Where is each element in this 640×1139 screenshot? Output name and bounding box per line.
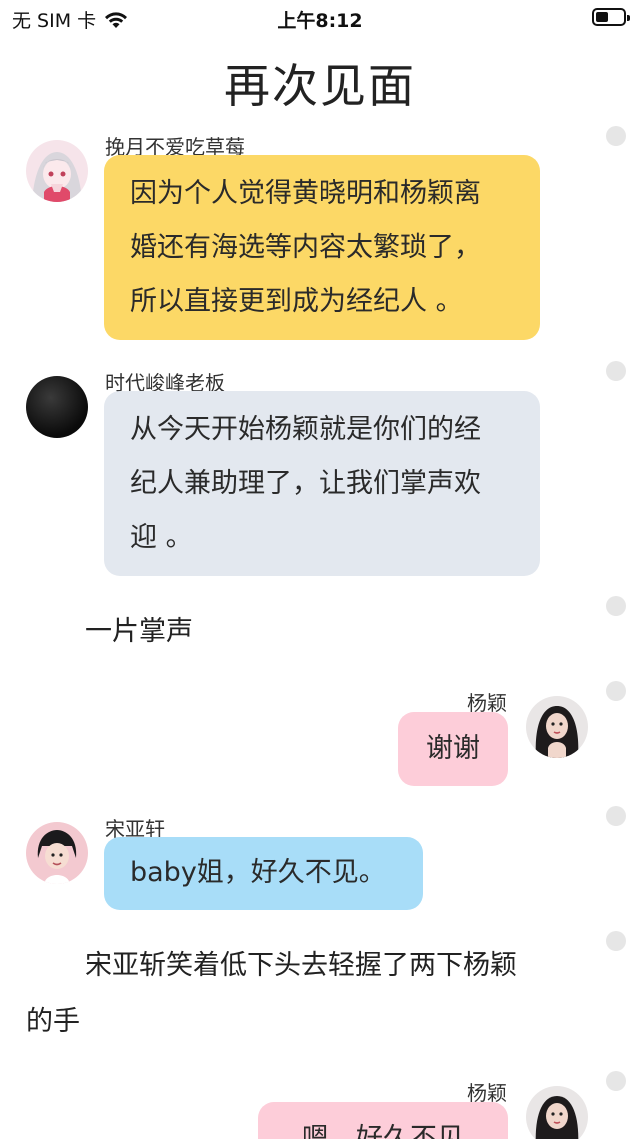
status-dot bbox=[606, 126, 626, 146]
message-bubble[interactable]: 嗯，好久不见 bbox=[258, 1102, 508, 1139]
page-title: 再次见面 bbox=[224, 59, 416, 113]
message-line: 所以直接更到成为经纪人 。 bbox=[130, 286, 463, 317]
message-bubble[interactable]: 因为个人觉得黄晓明和杨颖离 婚还有海选等内容太繁琐了， 所以直接更到成为经纪人 … bbox=[104, 155, 540, 340]
status-dot bbox=[606, 596, 626, 616]
status-time: 上午8:12 bbox=[277, 10, 363, 32]
status-bar: 无 SIM 卡 上午8:12 bbox=[0, 0, 640, 36]
message-line: 纪人兼助理了，让我们掌声欢 bbox=[130, 468, 481, 499]
status-dot bbox=[606, 681, 626, 701]
narration-text: 宋亚斩笑着低下头去轻握了两下杨颖 的手 bbox=[26, 938, 586, 1050]
message-line: 迎 。 bbox=[130, 522, 193, 553]
message-bubble[interactable]: 从今天开始杨颖就是你们的经 纪人兼助理了，让我们掌声欢 迎 。 bbox=[104, 391, 540, 576]
message-line: 婚还有海选等内容太繁琐了， bbox=[130, 232, 481, 263]
narration-line: 的手 bbox=[26, 1006, 80, 1037]
status-dot bbox=[606, 361, 626, 381]
message-line: 谢谢 bbox=[426, 733, 480, 764]
narration-line: 宋亚斩笑着低下头去轻握了两下杨颖 bbox=[85, 950, 517, 981]
message-line: 因为个人觉得黄晓明和杨颖离 bbox=[130, 178, 481, 209]
message-line: 从今天开始杨颖就是你们的经 bbox=[130, 414, 481, 445]
avatar-boy-portrait[interactable] bbox=[26, 822, 88, 884]
message-line: baby姐，好久不见。 bbox=[130, 857, 386, 888]
status-dot bbox=[606, 1071, 626, 1091]
narration-text: 一片掌声 bbox=[85, 616, 193, 647]
message-bubble[interactable]: baby姐，好久不见。 bbox=[104, 837, 423, 910]
status-dot bbox=[606, 931, 626, 951]
avatar-anime-girl[interactable] bbox=[26, 140, 88, 202]
status-dot bbox=[606, 806, 626, 826]
battery-icon bbox=[592, 8, 630, 26]
avatar-woman-portrait[interactable] bbox=[526, 1086, 588, 1139]
message-line: 嗯，好久不见 bbox=[302, 1123, 464, 1139]
avatar-woman-portrait[interactable] bbox=[526, 696, 588, 758]
message-bubble[interactable]: 谢谢 bbox=[398, 712, 508, 786]
avatar-black-circle[interactable] bbox=[26, 376, 88, 438]
